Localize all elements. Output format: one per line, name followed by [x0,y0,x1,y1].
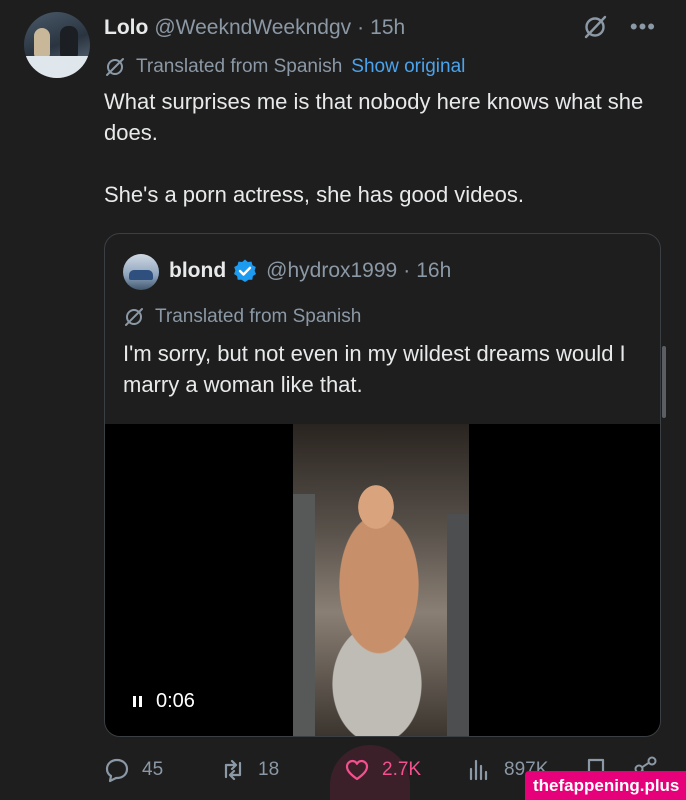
reply-button[interactable]: 45 [104,757,163,783]
tweet-text-line: What surprises me is that nobody here kn… [104,89,644,145]
separator-dot: · [357,16,365,39]
scrollbar-thumb[interactable] [662,346,666,418]
pause-icon[interactable] [133,696,142,707]
tweet: Lolo @WeekndWeekndgv · 15h ••• Translate… [0,0,686,800]
verified-icon [234,259,257,282]
reply-count: 45 [142,759,164,780]
translate-icon [125,308,143,326]
grok-icon[interactable] [582,14,608,40]
video-timestamp: 0:06 [156,690,195,712]
quote-text: I'm sorry, but not even in my wildest dr… [123,341,626,397]
quote-header: blond @hydrox1999 · 16h [169,257,451,285]
tweet-text-line: She's a porn actress, she has good video… [104,182,525,207]
translate-icon [106,58,124,76]
tweet-header: Lolo @WeekndWeekndgv · 15h [104,14,405,42]
like-icon [345,759,369,781]
more-icon[interactable]: ••• [630,16,656,38]
tweet-text: What surprises me is that nobody here kn… [104,86,664,210]
quote-translation-label: Translated from Spanish [155,306,362,327]
quote-author-avatar[interactable] [123,254,159,290]
reply-icon [105,758,129,783]
repost-count: 18 [258,759,280,780]
video-frame [293,424,469,736]
repost-button[interactable]: 18 [220,757,279,783]
author-handle[interactable]: @WeekndWeekndgv [154,16,351,40]
like-count: 2.7K [382,759,422,780]
author-avatar[interactable] [24,12,90,78]
translation-label: Translated from Spanish [136,56,343,77]
video-player[interactable]: 0:06 [105,424,660,736]
video-controls: 0:06 [133,690,195,713]
quote-author-handle[interactable]: @hydrox1999 [266,259,397,283]
quote-time[interactable]: 16h [416,259,451,283]
author-name[interactable]: Lolo [104,16,148,40]
post-time[interactable]: 15h [370,16,405,40]
translation-notice: Translated from Spanish Show original [104,56,465,78]
separator-dot: · [403,259,411,282]
quoted-tweet[interactable]: blond @hydrox1999 · 16h Translated from … [104,233,661,737]
show-original-link[interactable]: Show original [351,56,465,78]
watermark: thefappening.plus [525,771,686,800]
like-button[interactable]: 2.7K [344,757,421,783]
repost-icon [224,759,242,781]
views-icon [469,759,488,781]
quote-author-name[interactable]: blond [169,259,226,283]
quote-translation-notice: Translated from Spanish [123,306,361,328]
header-actions: ••• [582,14,656,40]
